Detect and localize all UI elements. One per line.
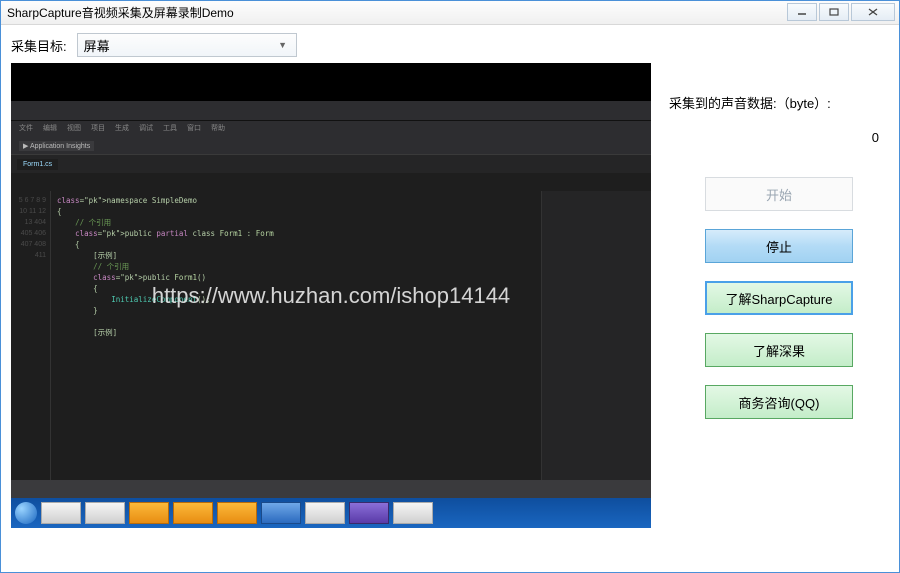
taskbar-item	[305, 502, 345, 524]
maximize-button[interactable]	[819, 3, 849, 21]
taskbar-item	[349, 502, 389, 524]
taskbar-item	[41, 502, 81, 524]
captured-taskbar	[11, 498, 651, 528]
stop-button[interactable]: 停止	[705, 229, 853, 263]
capture-target-combo[interactable]: 屏幕 ▼	[77, 33, 297, 57]
audio-data-count: 0	[669, 130, 889, 145]
titlebar: SharpCapture音视频采集及屏幕录制Demo	[1, 1, 899, 25]
audio-data-label: 采集到的声音数据:（byte）:	[669, 93, 889, 112]
capture-target-value: 屏幕	[84, 36, 276, 55]
taskbar-item	[85, 502, 125, 524]
business-consult-button[interactable]: 商务咨询(QQ)	[705, 385, 853, 419]
maximize-icon	[829, 8, 839, 16]
window-controls	[785, 3, 895, 23]
minimize-icon	[797, 8, 807, 16]
side-panel: 采集到的声音数据:（byte）: 0 开始 停止 了解SharpCapture …	[669, 63, 889, 562]
client-area: 采集目标: 屏幕 ▼ 文件编辑视图项目生成调试工具窗口帮助 ▶ Applicat…	[1, 25, 899, 572]
ide-menubar: 文件编辑视图项目生成调试工具窗口帮助	[11, 121, 651, 137]
chevron-down-icon: ▼	[276, 40, 290, 50]
ide-toolbar: ▶ Application Insights	[11, 137, 651, 155]
ide-code: class="pk">namespace SimpleDemo { // 个引用…	[51, 191, 541, 480]
start-orb-icon	[15, 502, 37, 524]
watermark-text: https://www.huzhan.com/ishop14144	[152, 283, 510, 309]
app-window: SharpCapture音视频采集及屏幕录制Demo 采集目标: 屏幕 ▼	[0, 0, 900, 573]
ide-body: 5 6 7 8 9 10 11 12 13 404 405 406 407 40…	[11, 191, 651, 480]
capture-target-row: 采集目标: 屏幕 ▼	[11, 33, 889, 57]
ide-statusbar	[11, 480, 651, 498]
start-button: 开始	[705, 177, 853, 211]
minimize-button[interactable]	[787, 3, 817, 21]
taskbar-item	[217, 502, 257, 524]
screen-preview: 文件编辑视图项目生成调试工具窗口帮助 ▶ Application Insight…	[11, 63, 651, 528]
ide-tab: Form1.cs	[17, 159, 58, 170]
taskbar-item	[129, 502, 169, 524]
taskbar-item	[173, 502, 213, 524]
close-icon	[868, 8, 878, 16]
ide-tabrow: Form1.cs	[11, 155, 651, 173]
ide-right-panel	[541, 191, 651, 480]
capture-target-label: 采集目标:	[11, 36, 67, 55]
taskbar-item	[261, 502, 301, 524]
close-button[interactable]	[851, 3, 895, 21]
ide-gutter: 5 6 7 8 9 10 11 12 13 404 405 406 407 40…	[11, 191, 51, 480]
button-column: 开始 停止 了解SharpCapture 了解深果 商务咨询(QQ)	[669, 177, 889, 419]
ide-titlebar	[11, 101, 651, 121]
learn-shenguo-button[interactable]: 了解深果	[705, 333, 853, 367]
taskbar-item	[393, 502, 433, 524]
content-row: 文件编辑视图项目生成调试工具窗口帮助 ▶ Application Insight…	[11, 63, 889, 562]
window-title: SharpCapture音视频采集及屏幕录制Demo	[7, 4, 785, 21]
learn-sharpcapture-button[interactable]: 了解SharpCapture	[705, 281, 853, 315]
